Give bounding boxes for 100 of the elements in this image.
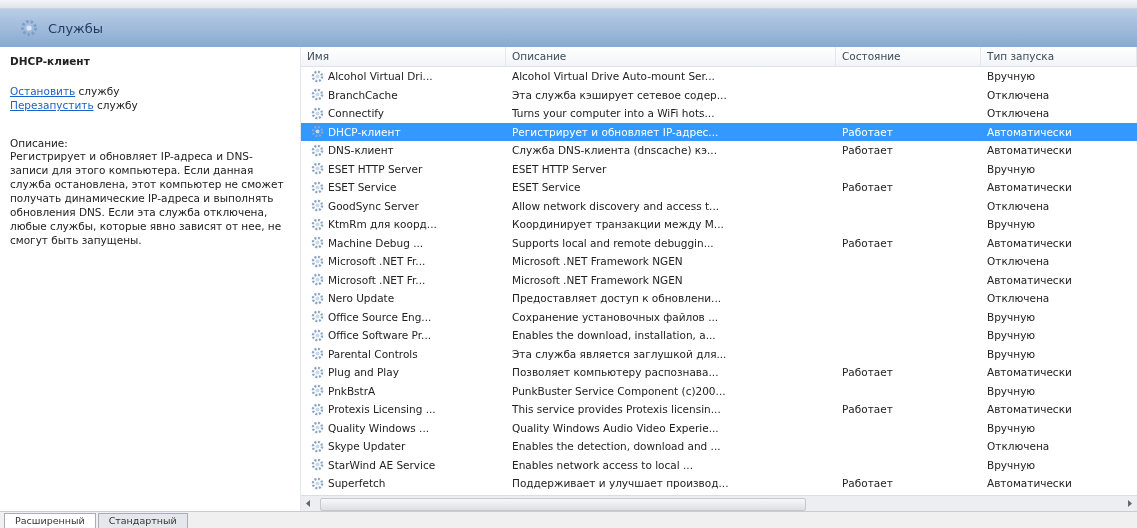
column-header[interactable]: Описание: [506, 47, 836, 66]
table-row[interactable]: Quality Windows ... Quality Windows Audio Video Experie... Вручную: [301, 418, 1137, 437]
table-cell: Quality Windows Audio Video Experie...: [512, 421, 719, 434]
gear-icon: [311, 476, 324, 490]
table-cell: Автоматически: [987, 181, 1072, 194]
table-cell: Microsoft .NET Framework NGEN: [512, 273, 683, 286]
action-link[interactable]: Остановить: [10, 85, 76, 97]
table-cell: Вручную: [987, 384, 1036, 397]
panel-title: Службы: [48, 20, 104, 36]
table-row[interactable]: KtmRm для коорд... Координирует транзакции между M... Вручную: [301, 215, 1137, 234]
table-cell: Вручную: [987, 310, 1036, 323]
gear-icon: [311, 365, 324, 379]
table-row[interactable]: Machine Debug ... Supports local and remote debuggin... Работает Автоматически: [301, 233, 1137, 252]
table-cell: Автоматически: [987, 125, 1072, 138]
gear-icon: [311, 310, 324, 324]
gear-icon: [311, 347, 324, 361]
service-name: Protexis Licensing ...: [328, 403, 436, 416]
table-row[interactable]: Protexis Licensing ... This service provides Protexis licensin... Работает Автоматически: [301, 400, 1137, 419]
table-row[interactable]: ESET HTTP Server ESET HTTP Server Вручную: [301, 159, 1137, 178]
table-cell: Работает: [842, 477, 893, 490]
table-cell: Предоставляет доступ к обновлени...: [512, 292, 722, 305]
table-row[interactable]: Nero Update Предоставляет доступ к обновлени... Отключена: [301, 289, 1137, 308]
gear-icon: [311, 439, 324, 453]
table-cell: Автоматически: [987, 477, 1072, 490]
gear-icon: [311, 328, 324, 342]
table-row[interactable]: PnkBstrA PunkBuster Service Component (c)200... Вручную: [301, 381, 1137, 400]
table-row[interactable]: StarWind AE Service Enables network access to local ... Вручную: [301, 455, 1137, 474]
gear-icon: [311, 384, 324, 398]
table-cell: Работает: [842, 403, 893, 416]
service-name: Microsoft .NET Fr...: [328, 273, 426, 286]
tab[interactable]: Стандартный: [97, 513, 188, 528]
table-cell: Alcohol Virtual Drive Auto-mount Ser...: [512, 70, 715, 83]
service-name: Office Source Eng...: [328, 310, 432, 323]
gear-icon: [311, 199, 324, 213]
description-label: Описание:: [10, 137, 69, 149]
table-cell: Отключена: [987, 292, 1050, 305]
service-name: Skype Updater: [328, 440, 406, 453]
table-cell: Автоматически: [987, 144, 1072, 157]
table-cell: ESET HTTP Server: [512, 162, 607, 175]
service-name: Superfetch: [328, 477, 386, 490]
action-text: службу: [78, 85, 120, 97]
gear-icon: [311, 162, 324, 176]
table-row[interactable]: Skype Updater Enables the detection, download and ... Отключена: [301, 437, 1137, 456]
gear-icon: [311, 180, 324, 194]
table-cell: Microsoft .NET Framework NGEN: [512, 255, 683, 268]
table-cell: This service provides Protexis licensin...: [512, 403, 721, 416]
table-cell: Работает: [842, 236, 893, 249]
tab[interactable]: Расширенный: [4, 513, 96, 528]
table-row[interactable]: Plug and Play Позволяет компьютеру распознава... Работает Автоматически: [301, 363, 1137, 382]
table-row[interactable]: DNS-клиент Служба DNS-клиента (dnscache) кэ... Работает Автоматически: [301, 141, 1137, 160]
table-cell: Отключена: [987, 107, 1050, 120]
table-row[interactable]: Office Software Pr... Enables the download, installation, a... Вручную: [301, 326, 1137, 345]
service-name: KtmRm для коорд...: [328, 218, 437, 231]
column-header[interactable]: Тип запуска: [981, 47, 1137, 66]
gear-icon: [311, 69, 324, 83]
table-cell: Вручную: [987, 329, 1036, 342]
table-row[interactable]: Microsoft .NET Fr... Microsoft .NET Framework NGEN Автоматически: [301, 270, 1137, 289]
service-name: Connectify: [328, 107, 385, 120]
table-row[interactable]: Parental Controls Эта служба является заглушкой для... Вручную: [301, 344, 1137, 363]
table-cell: Служба DNS-клиента (dnscache) кэ...: [512, 144, 717, 157]
table-cell: Автоматически: [987, 236, 1072, 249]
service-name: Office Software Pr...: [328, 329, 432, 342]
table-cell: Вручную: [987, 458, 1036, 471]
table-cell: Turns your computer into a WiFi hots...: [512, 107, 715, 120]
table-row[interactable]: Alcohol Virtual Dri... Alcohol Virtual Drive Auto-mount Ser... Вручную: [301, 67, 1137, 86]
gear-icon: [311, 106, 324, 120]
table-cell: Supports local and remote debuggin...: [512, 236, 714, 249]
table-row[interactable]: Microsoft .NET Fr... Microsoft .NET Framework NGEN Отключена: [301, 252, 1137, 271]
table-cell: Регистрирует и обновляет IP-адрес...: [512, 125, 719, 138]
table-cell: Отключена: [987, 199, 1050, 212]
service-name: Machine Debug ...: [328, 236, 424, 249]
service-name: BranchCache: [328, 88, 398, 101]
column-header[interactable]: Состояние: [836, 47, 981, 66]
table-cell: Enables the download, installation, a...: [512, 329, 716, 342]
table-row[interactable]: Connectify Turns your computer into a WiFi hots... Отключена: [301, 104, 1137, 123]
table-cell: Позволяет компьютеру распознава...: [512, 366, 719, 379]
table-cell: Работает: [842, 125, 893, 138]
action-link[interactable]: Перезапустить: [10, 99, 94, 111]
scrollbar[interactable]: [301, 495, 1137, 511]
service-name: GoodSync Server: [328, 199, 419, 212]
scroll-thumb[interactable]: [320, 498, 806, 511]
table-cell: Работает: [842, 181, 893, 194]
gear-icon: [311, 143, 324, 157]
gear-icon: [20, 19, 38, 37]
service-name: ESET Service: [328, 181, 397, 194]
table-cell: Сохранение установочных файлов ...: [512, 310, 719, 323]
table-cell: Вручную: [987, 162, 1036, 175]
table-cell: Вручную: [987, 70, 1036, 83]
table-row[interactable]: GoodSync Server Allow network discovery and access t... Отключена: [301, 196, 1137, 215]
table-row[interactable]: BranchCache Эта служба кэширует сетевое содер... Отключена: [301, 85, 1137, 104]
table-row[interactable]: ESET Service ESET Service Работает Автоматически: [301, 178, 1137, 197]
table-cell: PunkBuster Service Component (c)200...: [512, 384, 726, 397]
table-row[interactable]: Superfetch Поддерживает и улучшает производ... Работает Автоматически: [301, 474, 1137, 493]
column-header[interactable]: Имя: [301, 47, 506, 66]
gear-icon: [311, 291, 324, 305]
gear-icon: [311, 273, 324, 287]
table-cell: Enables network access to local ...: [512, 458, 693, 471]
table-cell: ESET Service: [512, 181, 581, 194]
gear-icon: [311, 458, 324, 472]
table-row[interactable]: Office Source Eng... Сохранение установочных файлов ... Вручную: [301, 307, 1137, 326]
